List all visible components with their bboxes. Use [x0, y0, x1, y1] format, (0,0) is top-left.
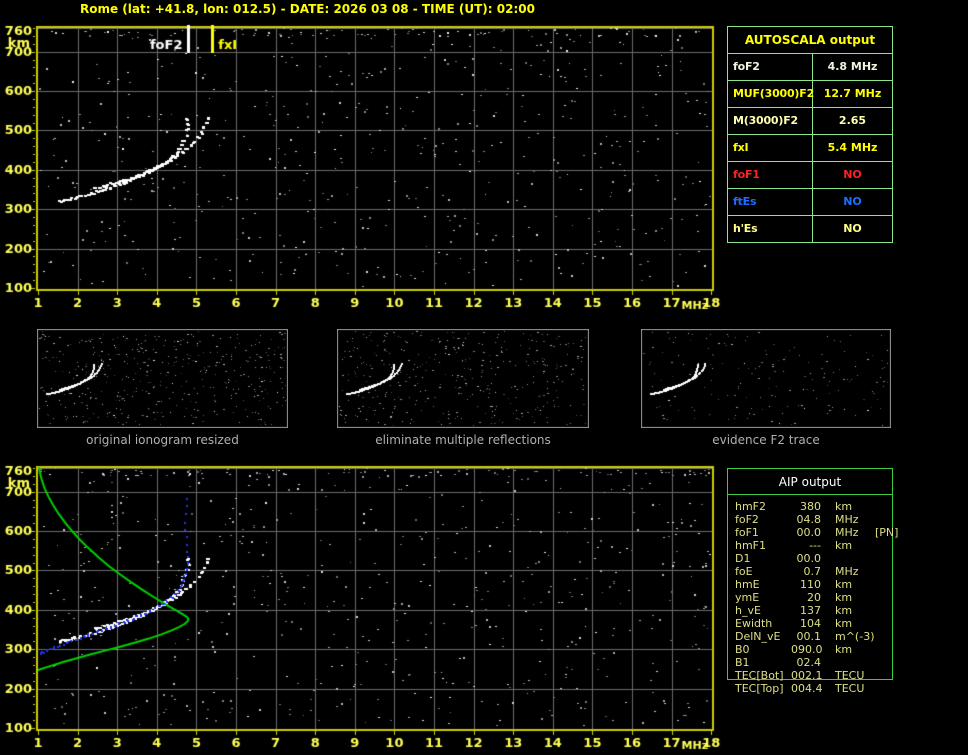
autoscala-row-value: NO	[843, 222, 862, 235]
aip-table: AIP output hmF2 380 km foF2 04.8 MHz foF…	[727, 468, 898, 695]
window-title: Rome (lat: +41.8, lon: 012.5) - DATE: 20…	[80, 2, 535, 16]
autoscala-row: MUF(3000)F2 12.7 MHz	[728, 81, 892, 108]
autoscala-row: M(3000)F2 2.65	[728, 108, 892, 135]
aip-row: hmF1 --- km	[735, 539, 853, 552]
thumb-canvas-1	[337, 329, 589, 428]
autoscala-row-label: M(3000)F2	[728, 108, 813, 134]
thumb-caption-evidence: evidence F2 trace	[712, 433, 820, 447]
aip-row: B0 090.0 km	[735, 643, 853, 656]
autoscala-row-label: fxI	[728, 135, 813, 161]
aip-rows: hmF2 380 km foF2 04.8 MHz foF1 00.0 MHz …	[735, 500, 899, 695]
autoscala-row-label: MUF(3000)F2	[728, 81, 814, 107]
top-ionogram-canvas	[0, 18, 724, 314]
thumb-canvas-2	[641, 329, 891, 428]
autoscala-row-value: 12.7 MHz	[823, 87, 882, 100]
aip-row: ymE 20 km	[735, 591, 853, 604]
autoscala-table-title: AUTOSCALA output	[728, 27, 892, 54]
autoscala-row: h'Es NO	[728, 216, 892, 242]
autoscala-row: fxI 5.4 MHz	[728, 135, 892, 162]
aip-row: B1 02.4	[735, 656, 821, 669]
aip-row: foF2 04.8 MHz	[735, 513, 859, 526]
autoscala-row-value: NO	[843, 168, 862, 181]
bottom-profile-canvas	[0, 458, 724, 755]
aip-table-title: AIP output	[728, 469, 892, 495]
autoscala-row: foF2 4.8 MHz	[728, 54, 892, 81]
autoscala-row-label: foF2	[728, 54, 813, 80]
autoscala-row-label: ftEs	[728, 189, 813, 215]
aip-row: hmE 110 km	[735, 578, 853, 591]
autoscala-row-value: 4.8 MHz	[827, 60, 878, 73]
aip-row: foE 0.7 MHz	[735, 565, 859, 578]
autoscala-row: foF1 NO	[728, 162, 892, 189]
aip-row: TEC[Top] 004.4 TECU	[735, 682, 865, 695]
autoscala-row-label: foF1	[728, 162, 813, 188]
autoscala-window: Rome (lat: +41.8, lon: 012.5) - DATE: 20…	[0, 0, 968, 755]
autoscala-row-value: NO	[843, 195, 862, 208]
aip-row: foF1 00.0 MHz [PN]	[735, 526, 899, 539]
autoscala-row-value: 2.65	[838, 114, 867, 127]
aip-row: D1 00.0	[735, 552, 821, 565]
thumb-canvas-0	[37, 329, 288, 428]
autoscala-table: AUTOSCALA output foF2 4.8 MHz MUF(3000)F…	[727, 26, 893, 243]
aip-row: TEC[Bot] 002.1 TECU	[735, 669, 865, 682]
thumb-caption-eliminate: eliminate multiple reflections	[375, 433, 551, 447]
aip-row: hmF2 380 km	[735, 500, 853, 513]
autoscala-row-label: h'Es	[728, 216, 813, 242]
aip-row: h_vE 137 km	[735, 604, 853, 617]
autoscala-row: ftEs NO	[728, 189, 892, 216]
thumb-caption-original: original ionogram resized	[86, 433, 239, 447]
autoscala-row-value: 5.4 MHz	[827, 141, 878, 154]
aip-row: Ewidth 104 km	[735, 617, 853, 630]
aip-row: DelN_vE 00.1 m^(-3)	[735, 630, 875, 643]
